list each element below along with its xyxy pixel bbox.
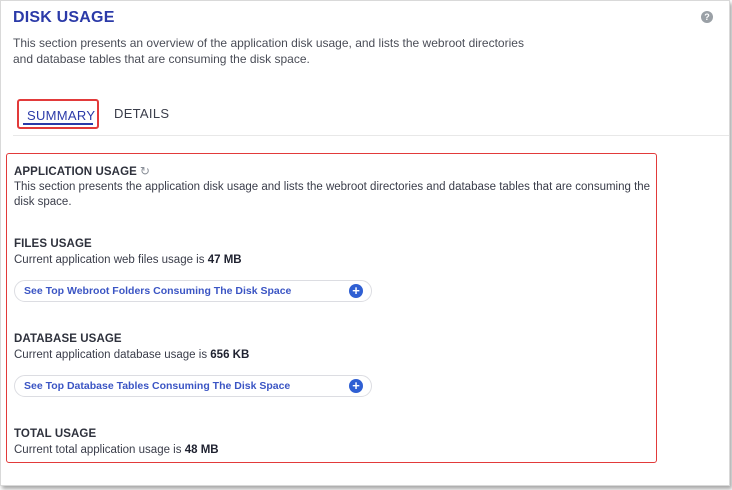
files-usage-text: Current application web files usage is 4… — [14, 253, 654, 268]
application-usage-description: This section presents the application di… — [14, 181, 651, 208]
tab-summary[interactable]: SUMMARY — [17, 99, 99, 129]
top-database-tables-button[interactable]: See Top Database Tables Consuming The Di… — [14, 375, 372, 397]
application-usage-title: APPLICATION USAGE ↻ — [14, 164, 150, 178]
top-webroot-folders-button[interactable]: See Top Webroot Folders Consuming The Di… — [14, 280, 372, 302]
total-usage-title: TOTAL USAGE — [14, 428, 97, 440]
database-usage-value: 656 KB — [210, 349, 250, 361]
files-usage-title: FILES USAGE — [14, 238, 92, 250]
disk-usage-window: DISK USAGE ? This section presents an ov… — [0, 0, 730, 486]
application-usage-label: APPLICATION USAGE — [14, 166, 137, 178]
total-usage-label: Current total application usage is — [14, 444, 182, 456]
plus-circle-icon[interactable]: + — [349, 284, 363, 298]
tab-details[interactable]: DETAILS — [114, 99, 169, 129]
top-webroot-folders-label: See Top Webroot Folders Consuming The Di… — [24, 285, 292, 297]
tab-bar: SUMMARY DETAILS — [13, 99, 729, 136]
refresh-icon[interactable]: ↻ — [140, 164, 150, 178]
top-database-tables-label: See Top Database Tables Consuming The Di… — [24, 380, 291, 392]
total-usage-value: 48 MB — [184, 444, 219, 456]
files-usage-label: Current application web files usage is — [14, 254, 205, 266]
total-usage-text: Current total application usage is 48 MB — [14, 443, 654, 458]
page-title: DISK USAGE — [13, 9, 115, 26]
database-usage-label: Current application database usage is — [14, 349, 208, 361]
summary-panel: APPLICATION USAGE ↻ This section presents… — [6, 153, 657, 463]
files-usage-value: 47 MB — [207, 254, 242, 266]
database-usage-text: Current application database usage is 65… — [14, 348, 654, 363]
database-usage-title: DATABASE USAGE — [14, 333, 122, 345]
help-icon[interactable]: ? — [701, 11, 713, 23]
plus-circle-icon[interactable]: + — [349, 379, 363, 393]
page-description: This section presents an overview of the… — [13, 36, 524, 66]
